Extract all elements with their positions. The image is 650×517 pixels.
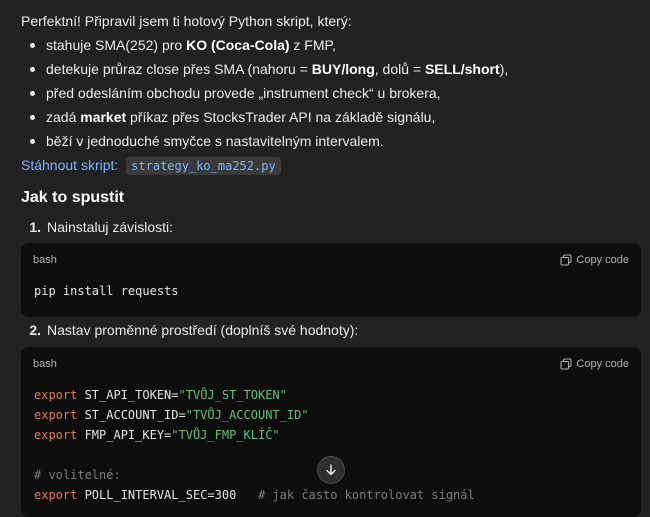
copy-code-button[interactable]: Copy code <box>560 254 629 266</box>
download-label[interactable]: Stáhnout skript: <box>21 157 118 173</box>
code-block-env: bash Copy code export ST_API_TOKEN="TVŮJ… <box>21 347 641 517</box>
scroll-down-button[interactable] <box>317 456 345 484</box>
code-language-label: bash <box>33 254 57 266</box>
step-1: 1. Nainstaluj závislosti: <box>29 219 174 235</box>
list-item: běží v jednoduché smyčce s nastavitelným… <box>21 131 508 155</box>
code-language-label: bash <box>33 358 57 370</box>
download-file-link[interactable]: strategy_ko_ma252.py <box>126 157 281 175</box>
section-title: Jak to spustit <box>21 189 125 206</box>
arrow-down-icon <box>326 464 336 476</box>
download-line: Stáhnout skript: strategy_ko_ma252.py <box>21 155 281 176</box>
code-content: export ST_API_TOKEN="TVŮJ_ST_TOKEN" expo… <box>34 388 475 502</box>
step-2: 2. Nastav proměnné prostředí (doplníš své… <box>29 322 359 338</box>
list-item: před odesláním obchodu provede „instrume… <box>21 83 508 107</box>
list-item: detekuje průraz close přes SMA (nahoru =… <box>21 59 508 83</box>
copy-code-button[interactable]: Copy code <box>560 358 629 370</box>
feature-list: stahuje SMA(252) pro KO (Coca-Cola) z FM… <box>21 35 508 155</box>
list-item: zadá market příkaz přes StocksTrader API… <box>21 107 508 131</box>
copy-icon <box>560 358 572 370</box>
copy-icon <box>560 254 572 266</box>
code-content: pip install requests <box>34 284 179 298</box>
code-block-install: bash Copy code pip install requests <box>21 243 641 317</box>
list-item: stahuje SMA(252) pro KO (Coca-Cola) z FM… <box>21 35 508 59</box>
intro-text: Perfektní! Připravil jsem ti hotový Pyth… <box>21 13 352 29</box>
